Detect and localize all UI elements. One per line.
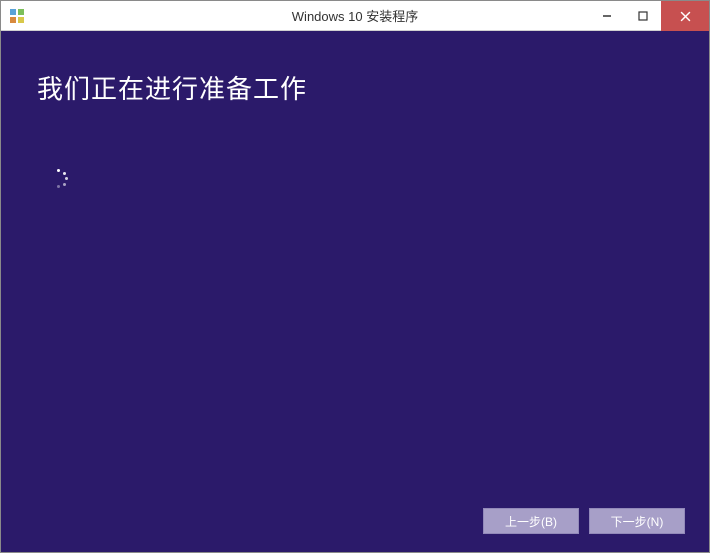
- next-button[interactable]: 下一步(N): [589, 508, 685, 534]
- minimize-button[interactable]: [589, 1, 625, 31]
- app-icon: [9, 8, 25, 24]
- progress-heading: 我们正在进行准备工作: [37, 69, 673, 106]
- content-area: 我们正在进行准备工作 上一步(B) 下一步(N): [1, 31, 709, 552]
- footer-buttons: 上一步(B) 下一步(N): [483, 508, 685, 534]
- close-button[interactable]: [661, 1, 709, 31]
- window-controls: [589, 1, 709, 30]
- back-button[interactable]: 上一步(B): [483, 508, 579, 534]
- maximize-button[interactable]: [625, 1, 661, 31]
- loading-spinner-icon: [49, 169, 69, 189]
- installer-window: Windows 10 安装程序 我们正在进行准备工作 上一步(B) 下一步(N): [0, 0, 710, 553]
- titlebar: Windows 10 安装程序: [1, 1, 709, 31]
- window-title: Windows 10 安装程序: [292, 6, 418, 25]
